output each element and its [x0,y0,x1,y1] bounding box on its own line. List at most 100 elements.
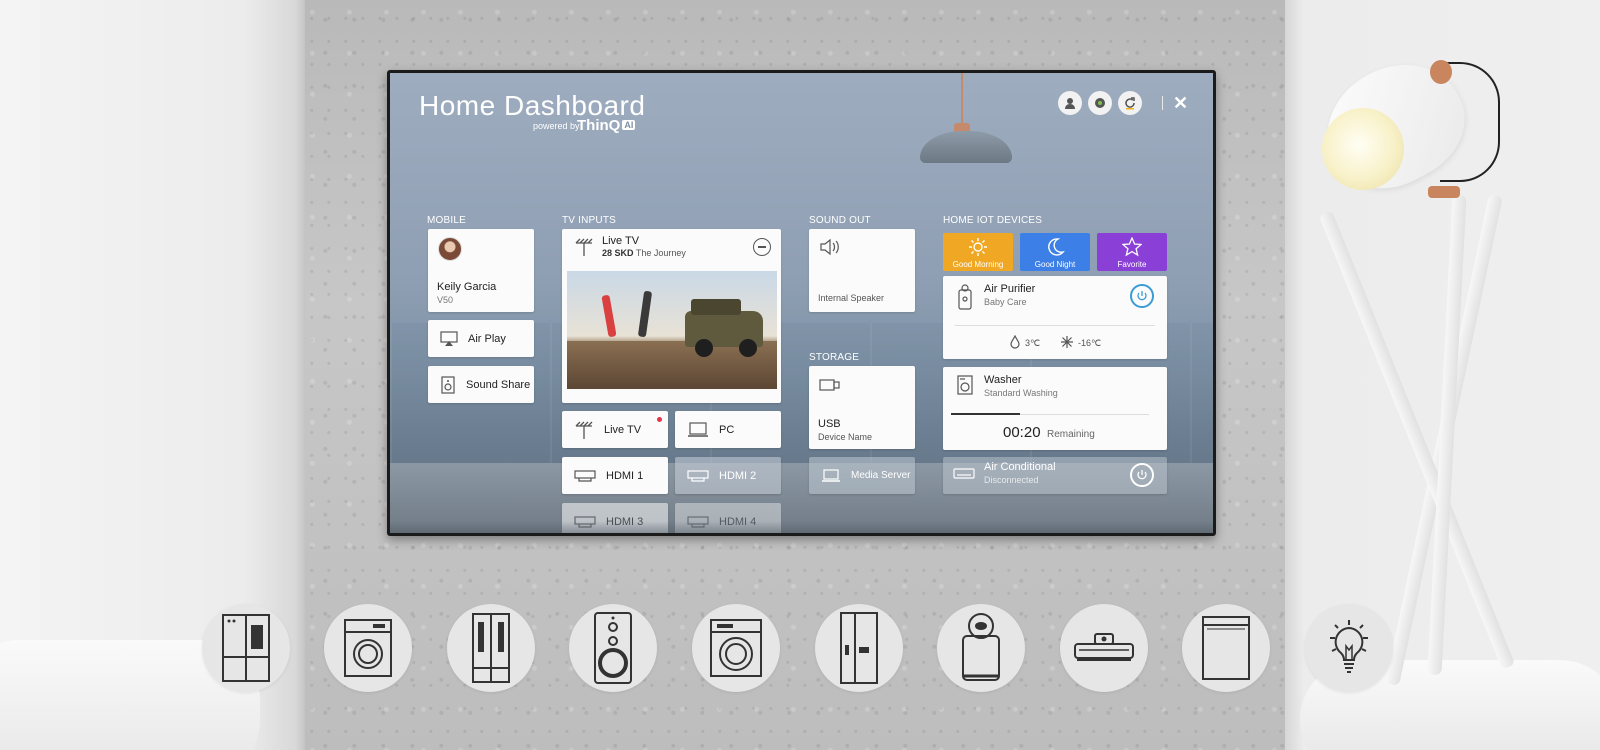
star-icon [1122,237,1142,257]
input-hdmi-1[interactable]: HDMI 1 [562,457,668,494]
air-purifier-icon[interactable] [937,604,1025,692]
air-purifier-humidity: 3℃ [1025,338,1041,348]
storage-media-server[interactable]: Media Server [809,457,915,494]
air-conditioner-icon [953,468,975,479]
live-tv-preview-card[interactable]: Live TV 28 SKD The Journey [562,229,781,403]
input-hdmi-3-label: HDMI 3 [606,515,644,528]
thinq-logo: ThinQ AI [577,117,636,134]
input-hdmi-3[interactable]: HDMI 3 [562,503,668,533]
air-conditional-title: Air Conditional [984,461,1056,473]
section-label-storage: STORAGE [809,352,860,363]
dishwasher-icon[interactable] [1182,604,1270,692]
live-tv-channel: 28 SKD [602,248,634,258]
fridge-icon[interactable] [815,604,903,692]
close-icon[interactable]: ✕ [1173,93,1188,113]
powered-by-text: powered by [533,121,580,131]
sun-icon [969,238,987,256]
washer-progress-fill [951,413,1021,415]
live-tv-thumbnail [567,271,777,389]
scene-favorite-label: Favorite [1117,260,1147,269]
washer-icon [957,375,973,395]
wine-cellar-icon[interactable] [447,604,535,692]
sound-share-icon [441,375,455,394]
pendant-lamp-shade [920,131,1012,163]
hdmi-icon [574,515,596,528]
laptop-icon [688,421,708,437]
air-purifier-card[interactable]: Air Purifier Baby Care 3℃ -16℃ [943,276,1167,359]
refresh-icon[interactable] [1118,91,1142,115]
input-pc[interactable]: PC [675,411,781,448]
remove-icon[interactable] [753,238,771,256]
sound-share-button[interactable]: Sound Share [428,366,534,403]
input-pc-label: PC [719,423,735,436]
scene-good-morning-label: Good Morning [952,260,1004,269]
humidity-icon [1010,335,1020,349]
input-hdmi-1-label: HDMI 1 [606,469,644,482]
account-icon[interactable] [1058,91,1082,115]
top-icons-divider [1162,96,1163,110]
sound-out-internal-speaker[interactable]: Internal Speaker [809,229,915,312]
hdmi-icon [687,515,709,528]
mobile-user-card[interactable]: Keily Garcia V50 [428,229,534,312]
hdmi-icon [574,469,596,482]
storage-usb[interactable]: USB Device Name [809,366,915,449]
robot-vacuum-icon[interactable] [1060,604,1148,692]
washer-progress-track [951,413,1149,415]
top-icons-bar: ✕ [1058,91,1188,115]
refrigerator-icon[interactable] [202,604,290,692]
dryer-icon[interactable] [324,604,412,692]
input-live-tv[interactable]: Live TV [562,411,668,448]
input-hdmi-4-label: HDMI 4 [719,515,757,528]
section-label-mobile: MOBILE [427,215,466,226]
input-hdmi-2-label: HDMI 2 [719,469,757,482]
avatar [438,237,462,261]
speaker-icon[interactable] [569,604,657,692]
air-purifier-sub: Baby Care [984,297,1027,307]
scene-good-night-label: Good Night [1034,260,1076,269]
light-bulb-icon[interactable] [1305,604,1393,692]
air-purifier-divider [955,325,1155,326]
moon-icon [1048,238,1065,256]
media-server-label: Media Server [851,470,911,481]
mobile-device-name: V50 [437,295,454,305]
section-label-tv-inputs: TV INPUTS [562,215,617,226]
washer-sub: Standard Washing [984,388,1058,398]
air-conditional-power-icon[interactable] [1130,463,1154,487]
laptop-icon [822,468,840,482]
usb-icon [819,379,840,391]
air-conditional-sub: Disconnected [984,475,1039,485]
live-tv-title: Live TV [602,235,640,247]
air-purifier-title: Air Purifier [984,283,1036,295]
usb-title: USB [818,418,841,430]
antenna-icon [575,421,593,439]
washing-machine-icon[interactable] [692,604,780,692]
tv-screen: Home Dashboard powered by ThinQ AI ✕ MOBI… [390,73,1213,533]
scene-good-morning[interactable]: Good Morning [943,233,1013,271]
input-live-tv-label: Live TV [604,423,642,436]
snowflake-icon [1061,336,1073,348]
input-hdmi-4[interactable]: HDMI 4 [675,503,781,533]
air-purifier-temp: -16℃ [1078,338,1102,348]
live-indicator-dot [657,417,662,422]
air-play-button[interactable]: Air Play [428,320,534,357]
washer-card[interactable]: Washer Standard Washing 00:20 Remaining [943,367,1167,450]
washer-remaining: Remaining [1047,429,1095,440]
sound-share-label: Sound Share [466,378,531,391]
section-label-sound-out: SOUND OUT [809,215,871,226]
internal-speaker-label: Internal Speaker [818,293,885,303]
usb-device-name: Device Name [818,432,873,442]
settings-icon[interactable] [1088,91,1112,115]
antenna-icon [575,238,593,256]
input-hdmi-2[interactable]: HDMI 2 [675,457,781,494]
washer-time: 00:20 [1003,424,1041,441]
mobile-user-name: Keily Garcia [437,281,497,293]
thinq-ai-badge: AI [622,120,636,130]
air-purifier-power-icon[interactable] [1130,284,1154,308]
scene-good-night[interactable]: Good Night [1020,233,1090,271]
scene-favorite[interactable]: Favorite [1097,233,1167,271]
air-purifier-icon [958,284,972,310]
tv-frame: Home Dashboard powered by ThinQ AI ✕ MOBI… [387,70,1216,536]
air-conditional-card[interactable]: Air Conditional Disconnected [943,457,1167,494]
live-tv-program: The Journey [635,248,686,258]
washer-time-row: 00:20 Remaining [1003,424,1113,442]
